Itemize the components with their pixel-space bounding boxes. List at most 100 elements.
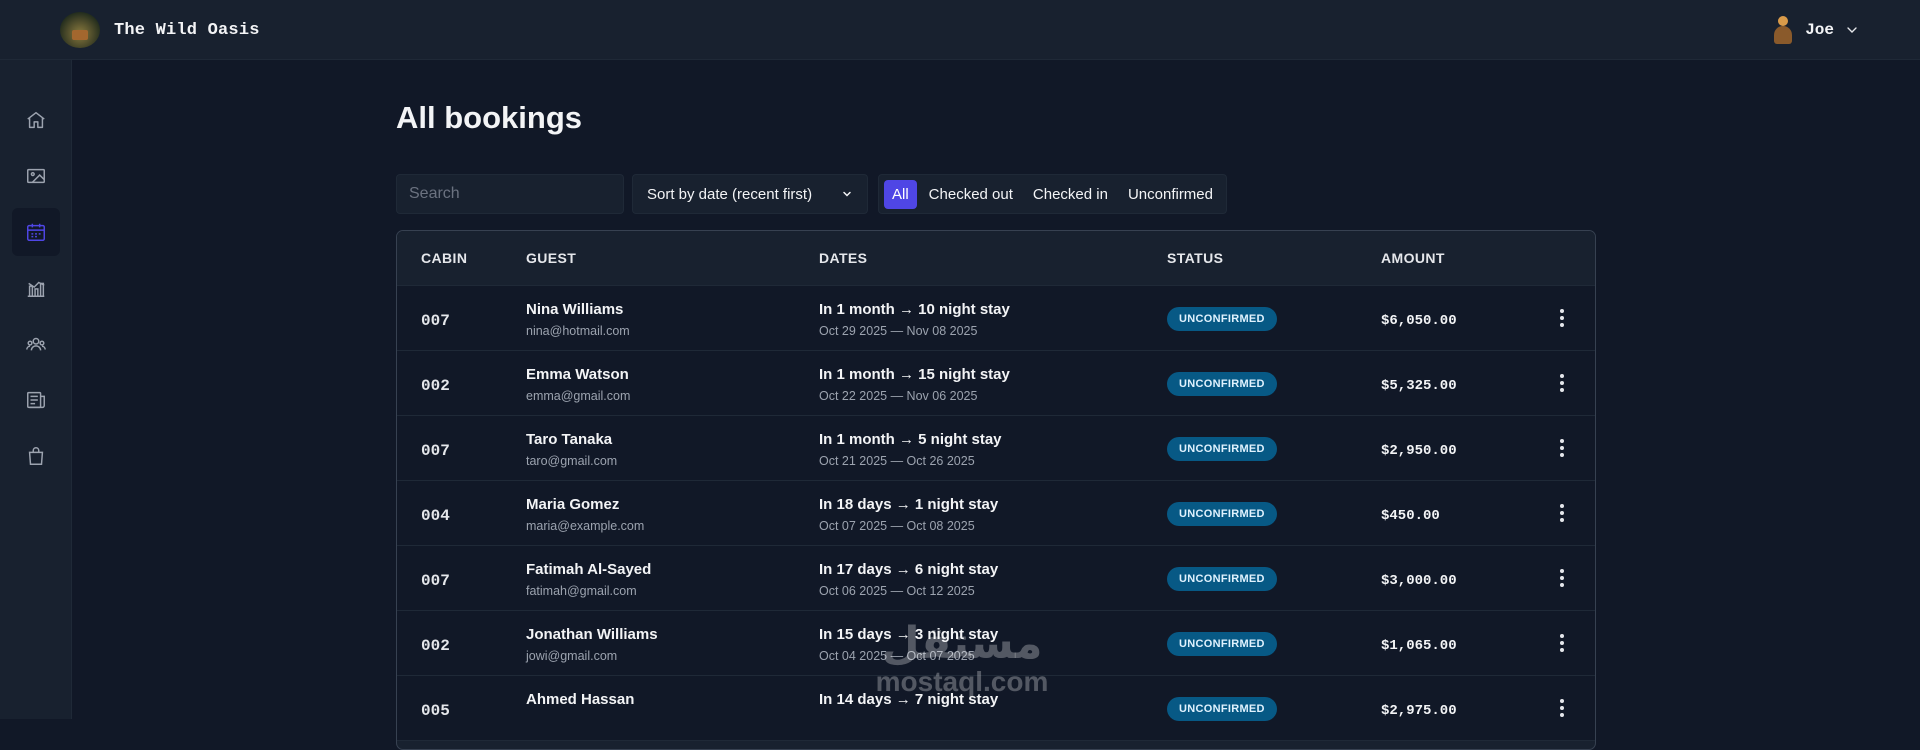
filter-checked-in[interactable]: Checked in [1025,180,1116,209]
more-vertical-icon [1560,309,1564,327]
row-menu-button[interactable] [1557,697,1567,719]
sidebar-item-home[interactable] [12,96,60,144]
status-badge: UNCONFIRMED [1167,437,1277,461]
guest-name: Maria Gomez [526,496,620,513]
more-vertical-icon [1560,374,1564,392]
watermark-arabic: مستقل [881,619,1043,668]
sort-select[interactable]: Sort by date (recent first) [632,174,868,214]
row-menu-button[interactable] [1557,567,1567,589]
guest-email: emma@gmail.com [526,389,631,403]
table-row[interactable]: 002 Emma Watson emma@gmail.com In 1 mont… [397,351,1595,416]
stay-summary: In 1 month → 5 night stay [819,431,1002,448]
sidebar-item-users[interactable] [12,320,60,368]
row-menu-button[interactable] [1557,372,1567,394]
sidebar-item-analytics[interactable] [12,264,60,312]
dates-cell: In 17 days → 6 night stay Oct 06 2025 — … [819,561,998,598]
amount: $450.00 [1381,508,1440,524]
amount: $2,975.00 [1381,703,1457,719]
table-row[interactable]: 007 Nina Williams nina@hotmail.com In 1 … [397,286,1595,351]
guest-email: taro@gmail.com [526,454,618,468]
header-guest: GUEST [526,250,577,266]
status-badge: UNCONFIRMED [1167,502,1277,526]
table-row[interactable]: 007 Fatimah Al-Sayed fatimah@gmail.com I… [397,546,1595,611]
guest-email: maria@example.com [526,519,645,533]
stay-summary: In 1 month → 10 night stay [819,301,1010,318]
row-menu-button[interactable] [1557,307,1567,329]
table-row[interactable]: 007 Taro Tanaka taro@gmail.com In 1 mont… [397,416,1595,481]
filter-all[interactable]: All [884,179,917,209]
row-menu-button[interactable] [1557,632,1567,654]
cabin-number: 007 [421,442,450,460]
amount: $2,950.00 [1381,443,1457,459]
date-range: Oct 29 2025 — Nov 08 2025 [819,324,978,338]
more-vertical-icon [1560,439,1564,457]
chevron-down-icon [843,191,851,197]
chevron-down-icon [1847,27,1857,33]
cabin-number: 007 [421,572,450,590]
search-input[interactable] [396,174,624,214]
status-filter: All Checked out Checked in Unconfirmed [878,174,1227,214]
dates-cell: In 1 month → 5 night stay Oct 21 2025 — … [819,431,1002,468]
status-badge: UNCONFIRMED [1167,632,1277,656]
dates-cell: In 1 month → 10 night stay Oct 29 2025 —… [819,301,1010,338]
guest-email: jowi@gmail.com [526,649,618,663]
amount: $3,000.00 [1381,573,1457,589]
brand[interactable]: The Wild Oasis [60,12,260,48]
guest-email: fatimah@gmail.com [526,584,637,598]
amount: $1,065.00 [1381,638,1457,654]
amount: $5,325.00 [1381,378,1457,394]
guest-name: Emma Watson [526,366,629,383]
status-badge: UNCONFIRMED [1167,307,1277,331]
cabin-number: 005 [421,702,450,720]
table-row[interactable]: 004 Maria Gomez maria@example.com In 18 … [397,481,1595,546]
guest-cell: Nina Williams nina@hotmail.com [526,301,630,338]
sidebar-item-news[interactable] [12,376,60,424]
top-bar: The Wild Oasis Joe [0,0,1920,60]
more-vertical-icon [1560,504,1564,522]
watermark-latin: mostaql.com [875,666,1049,697]
user-menu[interactable]: Joe [1771,14,1860,46]
row-menu-button[interactable] [1557,502,1567,524]
stay-summary: In 18 days → 1 night stay [819,496,999,513]
sidebar-item-bookings[interactable] [12,208,60,256]
user-name: Joe [1805,21,1834,39]
header-cabin: CABIN [421,250,468,266]
header-amount: AMOUNT [1381,250,1445,266]
date-range: Oct 07 2025 — Oct 08 2025 [819,519,975,533]
sort-select-value: Sort by date (recent first) [647,185,813,203]
users-icon [26,337,46,351]
filter-unconfirmed[interactable]: Unconfirmed [1120,180,1221,209]
page-title: All bookings [396,100,582,135]
newspaper-icon [27,391,45,409]
sidebar [0,60,72,719]
date-range: Oct 21 2025 — Oct 26 2025 [819,454,975,468]
guest-cell: Fatimah Al-Sayed fatimah@gmail.com [526,561,651,598]
stay-summary: In 17 days → 6 night stay [819,561,999,578]
guest-email: nina@hotmail.com [526,324,630,338]
guest-name: Ahmed Hassan [526,691,635,708]
calendar-icon [27,223,45,241]
row-menu-button[interactable] [1557,437,1567,459]
sidebar-item-cabins[interactable] [12,152,60,200]
guest-name: Fatimah Al-Sayed [526,561,652,578]
avatar [1771,14,1795,46]
guest-cell: Emma Watson emma@gmail.com [526,366,630,403]
more-vertical-icon [1560,699,1564,717]
date-range: Oct 06 2025 — Oct 12 2025 [819,584,975,598]
cabin-number: 002 [421,637,450,655]
shopping-bag-icon [28,447,44,465]
stay-summary: In 1 month → 15 night stay [819,366,1010,383]
logo [60,12,100,48]
sidebar-item-shop[interactable] [12,432,60,480]
dates-cell: In 18 days → 1 night stay Oct 07 2025 — … [819,496,998,533]
table-header: CABIN GUEST DATES STATUS AMOUNT [397,231,1595,286]
guest-cell: Jonathan Williams jowi@gmail.com [526,626,658,663]
status-badge: UNCONFIRMED [1167,567,1277,591]
watermark: مستقل mostaql.com [862,620,1062,696]
chart-icon [27,281,45,297]
filter-checked-out[interactable]: Checked out [921,180,1021,209]
dates-cell: In 1 month → 15 night stay Oct 22 2025 —… [819,366,1010,403]
guest-cell: Taro Tanaka taro@gmail.com [526,431,617,468]
cabin-number: 007 [421,312,450,330]
more-vertical-icon [1560,569,1564,587]
